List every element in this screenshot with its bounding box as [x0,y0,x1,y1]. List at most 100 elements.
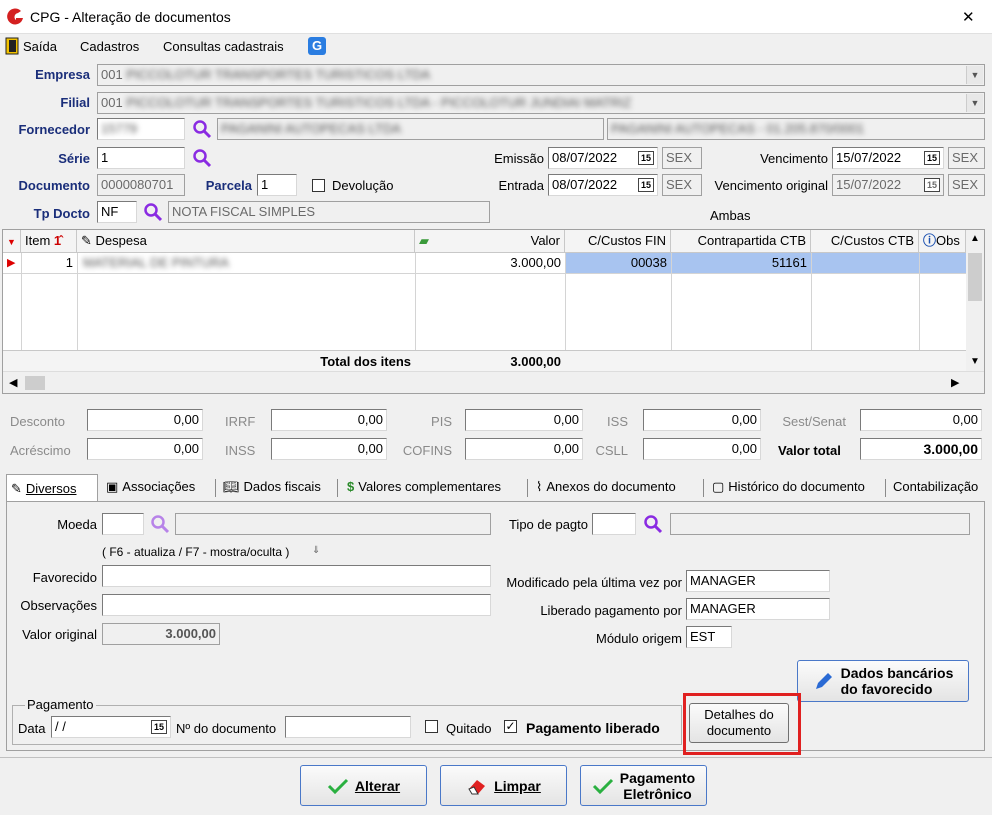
items-grid[interactable]: ▼ Item 1̂ ✎ Despesa ▰ Valor C/Custos FIN … [2,229,985,394]
tab-historico[interactable]: ▢ Histórico do documento [708,474,869,500]
pis-input[interactable]: 0,00 [465,409,583,431]
close-icon[interactable]: ✕ [962,8,975,26]
fornecedor-code-input[interactable]: 15779 [97,118,185,140]
selected-cell-ccctb[interactable] [812,253,919,273]
filial-combo[interactable]: 001 PICCOLOTUR TRANSPORTES TURISTICOS LT… [97,92,985,114]
scroll-down-icon[interactable]: ▼ [970,356,980,367]
tipo-pagto-input[interactable] [592,513,636,535]
entrada-input[interactable]: 08/07/2022 15 [548,174,658,196]
tab-associacoes[interactable]: ▣ Associações [102,474,199,500]
calendar-icon[interactable]: 15 [638,178,654,192]
money-icon: ▰ [419,233,429,248]
exit-door-icon[interactable] [5,37,19,55]
search-icon[interactable] [192,119,212,139]
csll-input[interactable]: 0,00 [643,438,761,460]
grid-col-despesa[interactable]: ✎ Despesa [77,230,415,252]
search-icon[interactable] [643,514,663,534]
iss-input[interactable]: 0,00 [643,409,761,431]
hscroll-thumb[interactable] [25,376,45,390]
grid-hscroll[interactable]: ◀ ▶ [3,371,984,393]
chevron-down-icon[interactable]: ▼ [966,94,983,112]
observacoes-input[interactable] [102,594,491,616]
documento-input[interactable]: 0000080701 [97,174,185,196]
chevron-down-icon[interactable]: ▼ [966,66,983,84]
empresa-combo[interactable]: 001 PICCOLOTUR TRANSPORTES TURISTICOS LT… [97,64,985,86]
calendar-icon[interactable]: 15 [924,151,940,165]
alterar-button[interactable]: Alterar [300,765,427,806]
search-icon[interactable] [192,148,212,168]
sest-input[interactable]: 0,00 [860,409,982,431]
search-icon[interactable] [150,514,170,534]
menu-consultas[interactable]: Consultas cadastrais [163,39,284,54]
acrescimo-input[interactable]: 0,00 [87,438,203,460]
grid-col-obs[interactable]: ⓘObs [919,230,966,252]
quitado-label: Quitado [446,721,492,736]
ambas-label: Ambas [710,208,751,223]
pagamento-liberado-checkbox[interactable]: ✓ [504,720,517,733]
emissao-input[interactable]: 08/07/2022 15 [548,147,658,169]
favorecido-input[interactable] [102,565,491,587]
sest-label: Sest/Senat [782,414,846,429]
scroll-up-icon[interactable]: ▲ [970,233,980,244]
tpdocto-label: Tp Docto [33,206,90,221]
window-title: CPG - Alteração de documentos [30,9,231,25]
parcela-input[interactable]: 1 [257,174,297,196]
cofins-input[interactable]: 0,00 [465,438,583,460]
calendar-icon[interactable]: 15 [638,151,654,165]
vencimento-input[interactable]: 15/07/2022 15 [832,147,944,169]
vencorig-input: 15/07/2022 15 [832,174,944,196]
grid-col-indicator[interactable]: ▼ [3,230,21,252]
modulo-field: EST [686,626,732,648]
dados-bancarios-button[interactable]: Dados bancários do favorecido [797,660,969,702]
scroll-right-icon[interactable]: ▶ [951,376,959,389]
devolucao-checkbox[interactable] [312,179,325,192]
detalhes-documento-button[interactable]: Detalhes do documento [689,703,789,743]
irrf-input[interactable]: 0,00 [271,409,387,431]
moeda-input[interactable] [102,513,144,535]
pagamento-group-label: Pagamento [25,697,96,712]
hint-arrow-icon: ⇓ [312,545,321,556]
menu-saida[interactable]: Saída [23,39,57,54]
valor-original-field: 3.000,00 [102,623,220,645]
entrada-label: Entrada [498,178,544,193]
scroll-left-icon[interactable]: ◀ [9,376,17,389]
limpar-button[interactable]: Limpar [440,765,567,806]
check-icon [327,778,348,794]
inss-input[interactable]: 0,00 [271,438,387,460]
row-pointer-icon: ▶ [7,257,16,269]
app-g-icon[interactable]: G [308,37,326,55]
vencorig-label: Vencimento original [714,178,828,193]
tab-separator [337,479,338,497]
tab-contabilizacao[interactable]: Contabilização [889,474,982,500]
table-row[interactable]: ▶ 1 MATERIAL DE PINTURA 3.000,00 00038 5… [3,253,966,274]
grid-vscroll[interactable]: ▲ ▼ [966,230,984,371]
grid-col-ccctb[interactable]: C/Custos CTB [811,230,919,252]
data-pagamento-input[interactable]: / /15 [51,716,171,738]
search-icon[interactable] [143,202,163,222]
desconto-input[interactable]: 0,00 [87,409,203,431]
selected-cell-contrapartida[interactable]: 51161 [672,253,811,273]
selected-cell-ccfin[interactable]: 00038 [566,253,671,273]
grid-col-valor[interactable]: ▰ Valor [415,230,565,252]
grid-col-ccfin[interactable]: C/Custos FIN [565,230,671,252]
scroll-thumb[interactable] [968,253,982,301]
serie-input[interactable]: 1 [97,147,185,169]
tab-valores-complementares[interactable]: $ Valores complementares [343,474,505,500]
cofins-label: COFINS [402,443,452,458]
ndoc-input[interactable] [285,716,411,738]
tab-dados-fiscais[interactable]: 📖︎ Dados fiscais [219,474,325,500]
selected-cell-obs[interactable] [920,253,966,273]
tpdocto-input[interactable]: NF [97,201,137,223]
tab-anexos[interactable]: ⌇ Anexos do documento [532,474,680,500]
eraser-icon [468,779,486,794]
dollar-icon: $ [347,479,355,494]
tab-diversos[interactable]: ✎ Diversos [6,474,98,502]
pagamento-eletronico-button[interactable]: Pagamento Eletrônico [580,765,707,806]
calendar-icon[interactable]: 15 [151,720,167,734]
quitado-checkbox[interactable] [425,720,438,733]
valor-total-field: 3.000,00 [860,438,982,460]
emissao-label: Emissão [494,151,544,166]
grid-col-item[interactable]: Item 1̂ [21,230,77,252]
menu-cadastros[interactable]: Cadastros [80,39,139,54]
grid-col-contrapartida[interactable]: Contrapartida CTB [671,230,811,252]
